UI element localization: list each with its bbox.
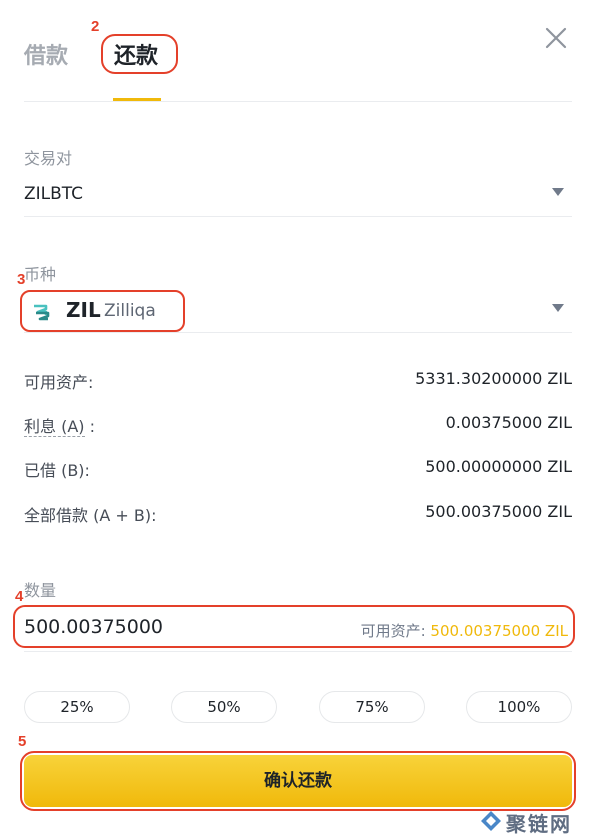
pair-label: 交易对 xyxy=(24,149,73,168)
annotation-label-2: 2 xyxy=(91,18,100,35)
info-label: 全部借款 (A + B): xyxy=(24,506,157,525)
tab-bar: 借款 还款 xyxy=(0,0,600,102)
caret-down-icon xyxy=(552,304,564,312)
tab-repay[interactable]: 还款 xyxy=(114,38,158,70)
info-value: 500.00000000 ZIL xyxy=(425,457,572,476)
annotation-label-5: 5 xyxy=(18,733,27,750)
info-value: 5331.30200000 ZIL xyxy=(415,369,572,388)
info-label-suffix: : xyxy=(84,417,96,436)
pair-select[interactable]: ZILBTC xyxy=(24,184,572,210)
percent-25-button[interactable]: 25% xyxy=(24,691,130,723)
close-icon[interactable] xyxy=(544,26,568,50)
caret-down-icon xyxy=(552,188,564,196)
coin-symbol: ZIL xyxy=(66,298,101,322)
watermark-text: 聚链网 xyxy=(506,812,572,836)
percent-75-button[interactable]: 75% xyxy=(319,691,425,723)
coin-label: 币种 xyxy=(24,265,57,284)
pair-value: ZILBTC xyxy=(24,184,84,204)
pair-divider xyxy=(24,216,572,217)
watermark-logo-icon xyxy=(481,811,501,831)
annotation-label-3: 3 xyxy=(17,271,26,288)
info-value: 500.00375000 ZIL xyxy=(425,502,572,521)
confirm-repay-button[interactable]: 确认还款 xyxy=(24,755,572,807)
tabs-divider xyxy=(24,101,572,102)
coin-name: Zilliqa xyxy=(104,301,156,321)
coin-divider xyxy=(24,332,572,333)
amount-available: 可用资产: 500.00375000 ZIL xyxy=(361,620,568,641)
coin-select[interactable]: ZIL Zilliqa xyxy=(24,298,572,326)
amount-available-label: 可用资产: xyxy=(360,622,431,640)
info-row-total: 全部借款 (A + B): 500.00375000 ZIL xyxy=(24,502,572,526)
tab-borrow[interactable]: 借款 xyxy=(24,38,68,70)
info-value: 0.00375000 ZIL xyxy=(445,413,572,432)
zil-logo-icon xyxy=(34,304,50,321)
info-label-wrap: 利息 (A) : xyxy=(24,413,95,437)
amount-label: 数量 xyxy=(24,581,57,600)
info-row-interest: 利息 (A) : 0.00375000 ZIL xyxy=(24,413,572,437)
annotation-label-4: 4 xyxy=(15,588,24,605)
amount-input[interactable] xyxy=(24,616,284,638)
percent-50-button[interactable]: 50% xyxy=(171,691,277,723)
info-label: 已借 (B): xyxy=(24,461,90,480)
interest-tooltip-trigger[interactable]: 利息 (A) xyxy=(24,417,85,437)
info-row-available: 可用资产: 5331.30200000 ZIL xyxy=(24,369,572,393)
info-row-borrowed: 已借 (B): 500.00000000 ZIL xyxy=(24,457,572,481)
amount-divider xyxy=(24,651,572,652)
percent-100-button[interactable]: 100% xyxy=(466,691,572,723)
info-label: 可用资产: xyxy=(24,373,94,392)
amount-available-value[interactable]: 500.00375000 ZIL xyxy=(430,622,568,640)
watermark: 聚链网 xyxy=(480,806,598,836)
